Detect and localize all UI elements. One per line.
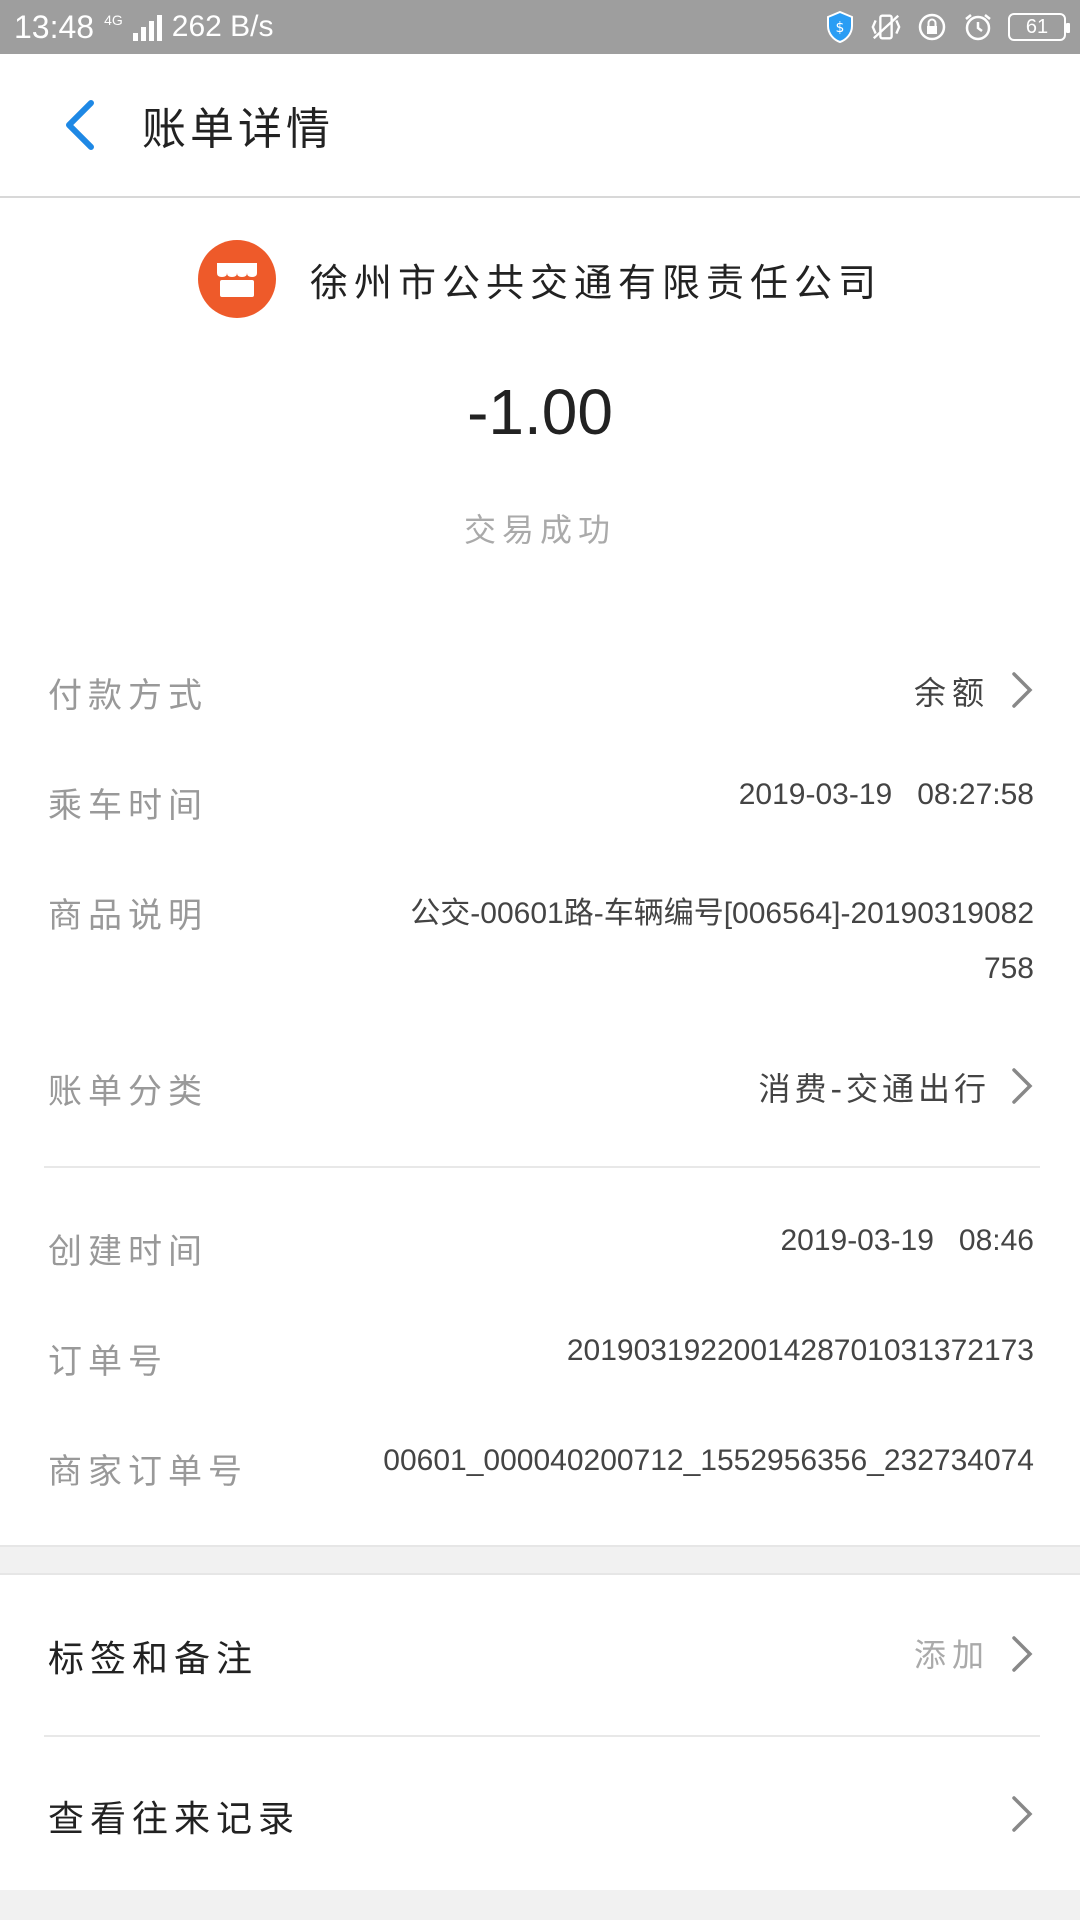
vibrate-icon (870, 11, 902, 43)
merchant-row: 徐州市公共交通有限责任公司 (0, 240, 1080, 318)
product-desc-label: 商品说明 (48, 896, 208, 936)
signal-icon (132, 13, 162, 41)
history-label: 查看往来记录 (48, 1799, 301, 1840)
category-value: 消费-交通出行 (758, 1070, 990, 1108)
status-bar: 13:48 4G 262 B/s $ 61 (0, 0, 1080, 54)
network-type: 4G (104, 11, 123, 28)
chevron-right-icon (1008, 670, 1036, 710)
battery-level: 61 (1025, 15, 1049, 38)
chevron-left-icon (66, 100, 94, 150)
category-label: 账单分类 (48, 1072, 208, 1112)
merchant-name: 徐州市公共交通有限责任公司 (309, 260, 882, 305)
store-icon (197, 240, 276, 318)
order-no-label: 订单号 (48, 1342, 168, 1382)
transaction-status: 交易成功 (463, 511, 616, 549)
section-separator (0, 1545, 1080, 1575)
order-no-value: 2019031922001428701031372173 (566, 1334, 1034, 1367)
chevron-right-icon (1008, 1794, 1036, 1834)
chevron-right-icon (1008, 1066, 1036, 1106)
product-desc-value-line2: 758 (983, 952, 1034, 985)
ride-time-label: 乘车时间 (48, 786, 208, 826)
battery-icon: 61 (1008, 13, 1070, 41)
transaction-summary: 徐州市公共交通有限责任公司 -1.00 交易成功 (0, 200, 1080, 620)
header: 账单详情 (0, 54, 1080, 198)
page-title: 账单详情 (142, 104, 334, 155)
payment-method-value: 余额 (913, 674, 990, 712)
merchant-order-no-label: 商家订单号 (48, 1452, 248, 1492)
bottom-spacer (0, 1890, 1080, 1920)
ride-time-value: 2019-03-19 08:27:58 (738, 778, 1034, 811)
lock-rotation-icon (916, 11, 948, 43)
created-time-value: 2019-03-19 08:46 (780, 1224, 1034, 1257)
status-time: 13:48 (14, 8, 95, 45)
merchant-order-no-value: 00601_000040200712_1552956356_232734074 (383, 1444, 1034, 1477)
shield-icon: $ (824, 11, 856, 43)
divider (44, 1735, 1040, 1737)
svg-text:$: $ (836, 20, 845, 36)
chevron-right-icon (1008, 1634, 1036, 1674)
network-speed: 262 B/s (171, 10, 274, 43)
product-desc-value-line1: 公交-00601路-车辆编号[006564]-20190319082 (410, 897, 1034, 930)
divider (44, 1166, 1040, 1168)
alarm-icon (962, 11, 994, 43)
amount: -1.00 (467, 376, 613, 448)
payment-method-label: 付款方式 (48, 676, 208, 716)
tags-notes-label: 标签和备注 (48, 1639, 259, 1680)
back-button[interactable] (24, 70, 134, 180)
created-time-label: 创建时间 (48, 1232, 208, 1272)
tags-notes-add: 添加 (913, 1637, 990, 1673)
